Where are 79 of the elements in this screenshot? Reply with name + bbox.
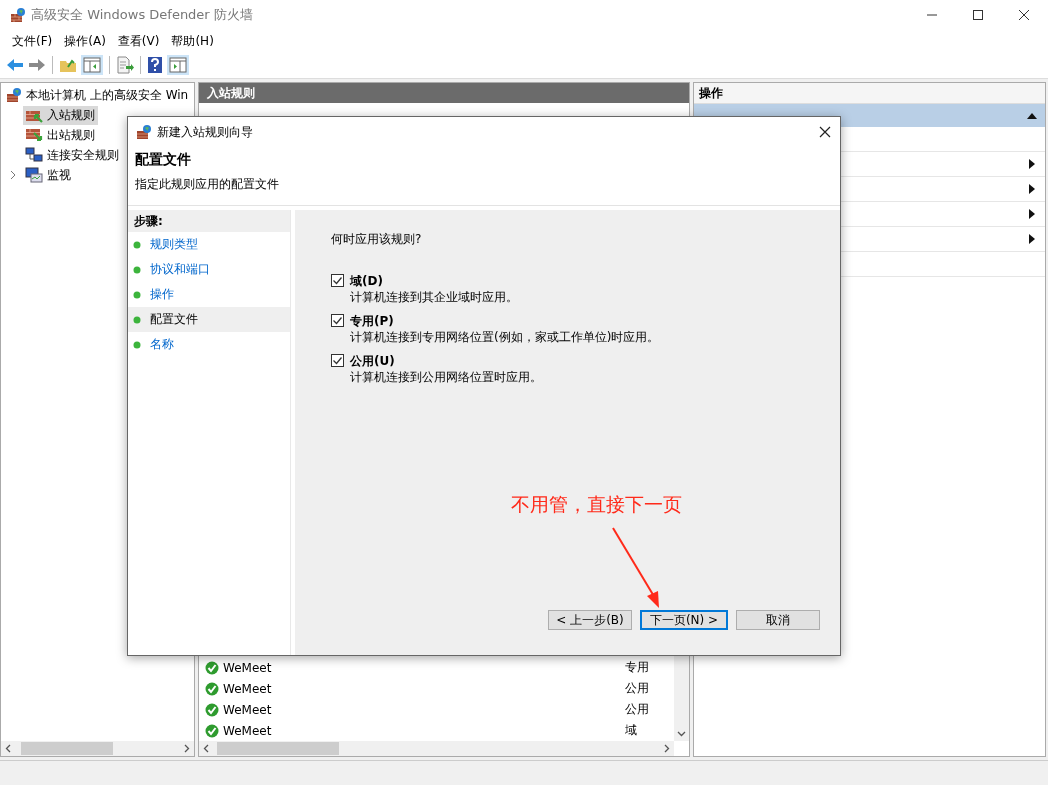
submenu-arrow-icon[interactable] xyxy=(1029,159,1035,169)
step-bullet-icon xyxy=(133,290,141,299)
wizard-heading: 配置文件 xyxy=(135,151,192,169)
panel-toggle-icon[interactable] xyxy=(167,55,189,75)
help-icon[interactable] xyxy=(147,56,163,74)
step-bullet-icon xyxy=(133,240,141,249)
horizontal-scrollbar[interactable] xyxy=(199,741,674,756)
scroll-right-icon[interactable] xyxy=(184,744,190,753)
submenu-arrow-icon[interactable] xyxy=(1029,184,1035,194)
scroll-left-icon[interactable] xyxy=(203,744,209,753)
step-link[interactable]: 名称 xyxy=(150,336,174,353)
table-cell: 专用 xyxy=(625,659,649,676)
scroll-down-icon[interactable] xyxy=(677,731,686,737)
menu-item[interactable]: 查看(V) xyxy=(111,32,166,50)
checkbox[interactable] xyxy=(331,314,344,327)
tree-item[interactable]: 本地计算机 上的高级安全 Win xyxy=(26,86,189,104)
window-title: 高级安全 Windows Defender 防火墙 xyxy=(31,6,253,24)
table-cell: 公用 xyxy=(625,701,649,718)
checkbox-label[interactable]: 公用(U) xyxy=(350,354,542,369)
network-computers-icon xyxy=(25,147,43,163)
firewall-icon xyxy=(136,124,152,140)
expand-chevron-icon[interactable] xyxy=(9,170,17,180)
steps-title: 步骤: xyxy=(128,210,290,232)
checkbox-label[interactable]: 专用(P) xyxy=(350,314,660,329)
option-description: 计算机连接到专用网络位置(例如，家或工作单位)时应用。 xyxy=(350,329,660,346)
tree-item[interactable]: 出站规则 xyxy=(47,126,95,144)
dialog-title: 新建入站规则向导 xyxy=(157,123,253,141)
collapse-triangle-icon[interactable] xyxy=(1027,112,1037,119)
question-text: 何时应用该规则? xyxy=(331,231,423,248)
step-bullet-icon xyxy=(133,340,141,349)
table-cell-text: WeMeet xyxy=(223,660,273,675)
menu-item[interactable]: 文件(F) xyxy=(6,32,59,50)
wizard-subheading: 指定此规则应用的配置文件 xyxy=(135,176,280,193)
panel-header: 操作 xyxy=(694,83,1045,104)
wizard-button[interactable]: 下一页(N) > xyxy=(640,610,728,630)
panel-header: 入站规则 xyxy=(199,83,689,103)
scroll-right-icon[interactable] xyxy=(664,744,670,753)
folder-up-icon[interactable] xyxy=(59,57,77,73)
table-cell: 公用 xyxy=(625,680,649,697)
checkbox[interactable] xyxy=(331,274,344,287)
maximize-icon[interactable] xyxy=(972,9,984,21)
table-cell-text: WeMeet xyxy=(223,723,273,738)
export-icon[interactable] xyxy=(116,56,134,74)
table-cell: 域 xyxy=(625,722,637,739)
back-arrow-icon[interactable] xyxy=(6,57,24,73)
monitor-icon xyxy=(25,167,43,183)
enabled-check-icon xyxy=(205,660,219,675)
tree-item[interactable]: 连接安全规则 xyxy=(47,146,119,164)
wizard-button[interactable]: 取消 xyxy=(736,610,820,630)
firewall-icon xyxy=(10,7,26,23)
checkbox[interactable] xyxy=(331,354,344,367)
panel-toggle-icon[interactable] xyxy=(81,55,103,75)
menu-item[interactable]: 帮助(H) xyxy=(165,32,220,50)
close-icon[interactable] xyxy=(819,126,831,138)
submenu-arrow-icon[interactable] xyxy=(1029,234,1035,244)
option-description: 计算机连接到公用网络位置时应用。 xyxy=(350,369,542,386)
enabled-check-icon xyxy=(205,702,219,717)
enabled-check-icon xyxy=(205,681,219,696)
checkbox-label[interactable]: 域(D) xyxy=(350,274,518,289)
firewall-icon xyxy=(6,87,22,103)
annotation-text: 不用管，直接下一页 xyxy=(511,492,683,517)
scroll-left-icon[interactable] xyxy=(5,744,11,753)
submenu-arrow-icon[interactable] xyxy=(1029,209,1035,219)
table-cell-text: WeMeet xyxy=(223,702,273,717)
table-cell-text: WeMeet xyxy=(223,681,273,696)
step-bullet-icon xyxy=(133,265,141,274)
enabled-check-icon xyxy=(205,723,219,738)
step-link[interactable]: 规则类型 xyxy=(150,236,198,253)
menu-item[interactable]: 操作(A) xyxy=(58,32,112,50)
step-bullet-icon xyxy=(133,315,141,324)
tree-item[interactable]: 监视 xyxy=(47,166,71,184)
forward-arrow-icon[interactable] xyxy=(28,57,46,73)
step-link[interactable]: 操作 xyxy=(150,286,174,303)
close-icon[interactable] xyxy=(1018,9,1030,21)
wizard-button[interactable]: < 上一步(B) xyxy=(548,610,632,630)
brick-wall-arrow-icon xyxy=(25,127,43,143)
step-link[interactable]: 协议和端口 xyxy=(150,261,210,278)
horizontal-scrollbar[interactable] xyxy=(1,741,194,756)
option-description: 计算机连接到其企业域时应用。 xyxy=(350,289,518,306)
